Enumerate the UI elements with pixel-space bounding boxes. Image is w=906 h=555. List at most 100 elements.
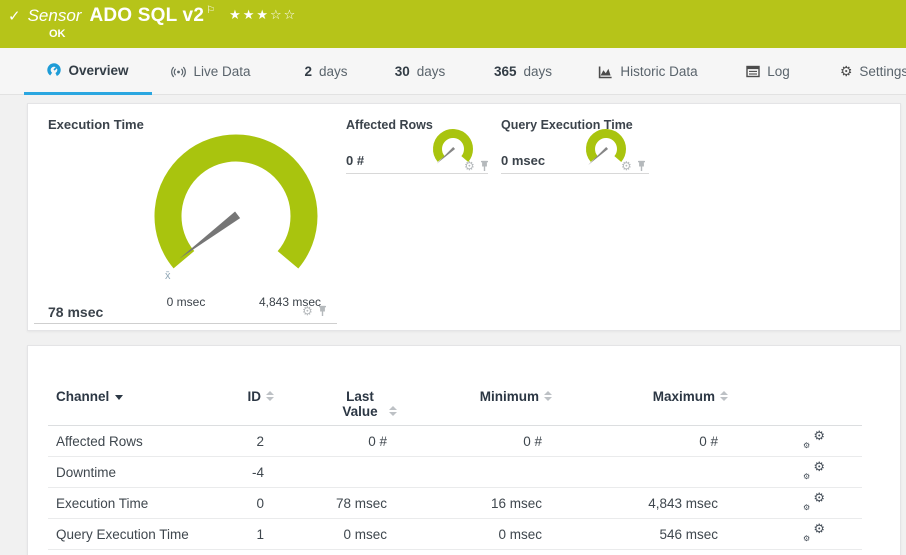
sort-desc-icon [115, 394, 124, 400]
gauge-settings-gear-icon[interactable]: ⚙ [621, 160, 632, 172]
prtg-sensor-page: ✓ Sensor ADO SQL v2 ⚐ ★★★☆☆ OK Overview … [0, 0, 906, 555]
column-label: Channel [56, 389, 110, 404]
tab-label: Settings [859, 64, 906, 79]
tab-label: Live Data [193, 64, 251, 79]
sensor-status-bar: ✓ Sensor ADO SQL v2 ⚐ ★★★☆☆ OK [0, 0, 906, 48]
column-label: ID [247, 389, 262, 404]
tab-live-data[interactable]: Live Data [155, 48, 267, 95]
tab-30-days[interactable]: 30 days [384, 48, 456, 95]
channel-maximum: 0 # [542, 425, 718, 457]
gauge-hover-tools: ⚙ [621, 160, 646, 172]
column-header-maximum[interactable]: Maximum [542, 346, 728, 426]
table-row: Affected Rows 2 0 # 0 # 0 # ⚙ ⚙ [48, 425, 862, 457]
stars-filled[interactable]: ★★★ [229, 8, 270, 23]
status-text: OK [49, 28, 66, 40]
divider [346, 173, 488, 174]
gauges-panel: Execution Time x̄ 0 msec 4,843 msec 78 m… [27, 103, 901, 331]
priority-stars[interactable]: ★★★☆☆ [229, 8, 297, 23]
divider [501, 173, 649, 174]
tab-label: Historic Data [620, 64, 698, 79]
gauge-icon [47, 63, 62, 77]
pin-icon[interactable] [480, 160, 489, 172]
channel-id: -4 [198, 456, 264, 488]
stars-empty[interactable]: ☆☆ [270, 8, 297, 23]
tab-label: Log [767, 64, 790, 79]
edit-channel-settings-icon[interactable]: ⚙ ⚙ [803, 460, 825, 481]
sensor-name: ADO SQL v2 [89, 5, 205, 26]
tab-bar: Overview Live Data 2 days 30 days 365 da… [0, 48, 906, 95]
main-gauge-value: 78 msec [48, 304, 104, 320]
small-gauge-value: 0 msec [501, 153, 546, 168]
sort-icons [266, 391, 274, 402]
tab-settings[interactable]: ⚙ Settings [830, 48, 906, 95]
flag-icon[interactable]: ⚐ [206, 5, 215, 16]
edit-channel-settings-icon[interactable]: ⚙ ⚙ [803, 491, 825, 512]
sensor-title-line: ✓ Sensor ADO SQL v2 ⚐ ★★★☆☆ [8, 5, 297, 27]
gauge-settings-gear-icon[interactable]: ⚙ [464, 160, 475, 172]
gear-icon: ⚙ [839, 63, 853, 80]
tab-historic-data[interactable]: Historic Data [590, 48, 706, 95]
channel-id: 2 [198, 425, 264, 457]
divider [34, 323, 337, 324]
edit-channel-settings-icon[interactable]: ⚙ ⚙ [803, 429, 825, 450]
channel-name: Execution Time [48, 487, 198, 519]
sort-icons [389, 406, 397, 417]
channel-last-value: 78 msec [264, 487, 387, 519]
column-label: Maximum [652, 389, 715, 404]
column-label: Minimum [479, 389, 539, 404]
channel-minimum: 0 msec [387, 518, 542, 550]
object-kind-label: Sensor [27, 6, 82, 25]
channel-name: Affected Rows [48, 425, 198, 457]
channels-panel: Channel ID Last Value Minimum Maximum Af… [27, 345, 901, 555]
main-gauge-title: Execution Time [48, 117, 144, 132]
pin-icon[interactable] [318, 305, 327, 317]
channel-id: 0 [198, 487, 264, 519]
channel-maximum: 546 msec [542, 518, 718, 550]
gauge-hover-tools: ⚙ [464, 160, 489, 172]
tab-2-days[interactable]: 2 days [290, 48, 362, 95]
status-ok-check-icon: ✓ [8, 7, 21, 25]
log-list-icon [746, 65, 760, 78]
table-row: Downtime -4 ⚙ ⚙ [48, 456, 862, 488]
column-header-settings [718, 346, 862, 426]
channel-maximum: 4,843 msec [542, 487, 718, 519]
gauge-min-label: 0 msec [166, 295, 206, 309]
channels-table: Channel ID Last Value Minimum Maximum Af… [48, 346, 862, 550]
column-header-last-value[interactable]: Last Value [264, 346, 397, 426]
gauge-settings-gear-icon[interactable]: ⚙ [302, 305, 313, 317]
pin-icon[interactable] [637, 160, 646, 172]
tab-overview[interactable]: Overview [24, 48, 152, 95]
table-row: Query Execution Time 1 0 msec 0 msec 546… [48, 518, 862, 550]
table-header-row: Channel ID Last Value Minimum Maximum [48, 346, 862, 426]
channel-minimum [387, 456, 542, 488]
channel-last-value: 0 # [264, 425, 387, 457]
channel-name: Query Execution Time [48, 518, 198, 550]
tab-label: days [318, 64, 348, 79]
broadcast-icon [171, 65, 187, 79]
column-header-minimum[interactable]: Minimum [387, 346, 552, 426]
column-header-id[interactable]: ID [198, 346, 274, 426]
sort-icons [720, 391, 728, 402]
tab-log[interactable]: Log [738, 48, 798, 95]
edit-channel-settings-icon[interactable]: ⚙ ⚙ [803, 522, 825, 543]
small-gauge-value: 0 # [346, 153, 365, 168]
channel-minimum: 16 msec [387, 487, 542, 519]
tab-label: Overview [68, 62, 129, 78]
tab-label: days [523, 64, 553, 79]
column-header-channel[interactable]: Channel [48, 346, 198, 426]
tab-label: days [416, 64, 446, 79]
small-gauge-title: Affected Rows [346, 118, 433, 132]
gauge-hover-tools: ⚙ [302, 305, 327, 317]
channel-name: Downtime [48, 456, 198, 488]
tab-number: 30 [394, 64, 410, 79]
channel-maximum [542, 456, 718, 488]
channel-last-value [264, 456, 387, 488]
tab-365-days[interactable]: 365 days [480, 48, 566, 95]
average-marker: x̄ [165, 270, 171, 282]
table-row: Execution Time 0 78 msec 16 msec 4,843 m… [48, 487, 862, 519]
column-label: Last Value [342, 389, 378, 419]
channel-id: 1 [198, 518, 264, 550]
channel-last-value: 0 msec [264, 518, 387, 550]
channel-minimum: 0 # [387, 425, 542, 457]
main-gauge [154, 134, 318, 298]
